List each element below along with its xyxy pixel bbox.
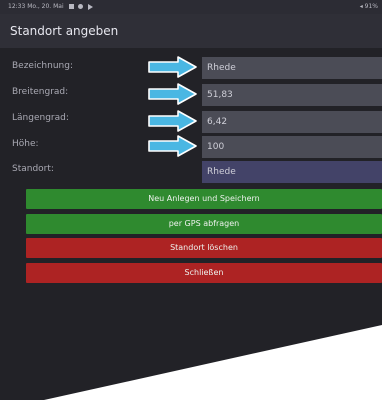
delete-location-button[interactable]: Standort löschen [26, 238, 382, 258]
status-bar-right: ◂ 91% [360, 0, 378, 14]
app-screen: 12:33 Mo., 20. Mai ◂ 91% Standort angebe… [0, 0, 382, 400]
arrow-icon [148, 56, 197, 78]
gps-query-button[interactable]: per GPS abfragen [26, 214, 382, 234]
latitude-field[interactable]: 51,83 [202, 84, 382, 106]
play-icon [88, 3, 94, 10]
title-bar: Standort angeben [0, 14, 382, 48]
close-button[interactable]: Schließen [26, 263, 382, 283]
battery-level: 91% [364, 3, 378, 10]
status-time-date: 12:33 Mo., 20. Mai [8, 3, 64, 10]
name-field[interactable]: Rhede [202, 57, 382, 79]
arrow-icon [148, 135, 197, 157]
longitude-field[interactable]: 6,42 [202, 111, 382, 133]
latitude-label: Breitengrad: [12, 87, 69, 97]
settings-icon [78, 4, 84, 9]
arrow-icon [148, 83, 197, 105]
location-label: Standort: [12, 164, 54, 174]
altitude-field[interactable]: 100 [202, 136, 382, 158]
status-bar: 12:33 Mo., 20. Mai ◂ 91% [0, 0, 382, 14]
notification-icon [68, 4, 74, 9]
photo-stage: 12:33 Mo., 20. Mai ◂ 91% Standort angebe… [0, 0, 382, 400]
status-bar-left: 12:33 Mo., 20. Mai [8, 0, 94, 14]
arrow-icon [148, 110, 197, 132]
wifi-icon: ◂ [359, 3, 363, 10]
name-label: Bezeichnung: [12, 61, 73, 71]
altitude-label: Höhe: [12, 139, 39, 149]
location-select[interactable]: Rhede [202, 161, 382, 183]
page-title: Standort angeben [10, 24, 119, 38]
save-new-button[interactable]: Neu Anlegen und Speichern [26, 189, 382, 209]
longitude-label: Längengrad: [12, 113, 69, 123]
